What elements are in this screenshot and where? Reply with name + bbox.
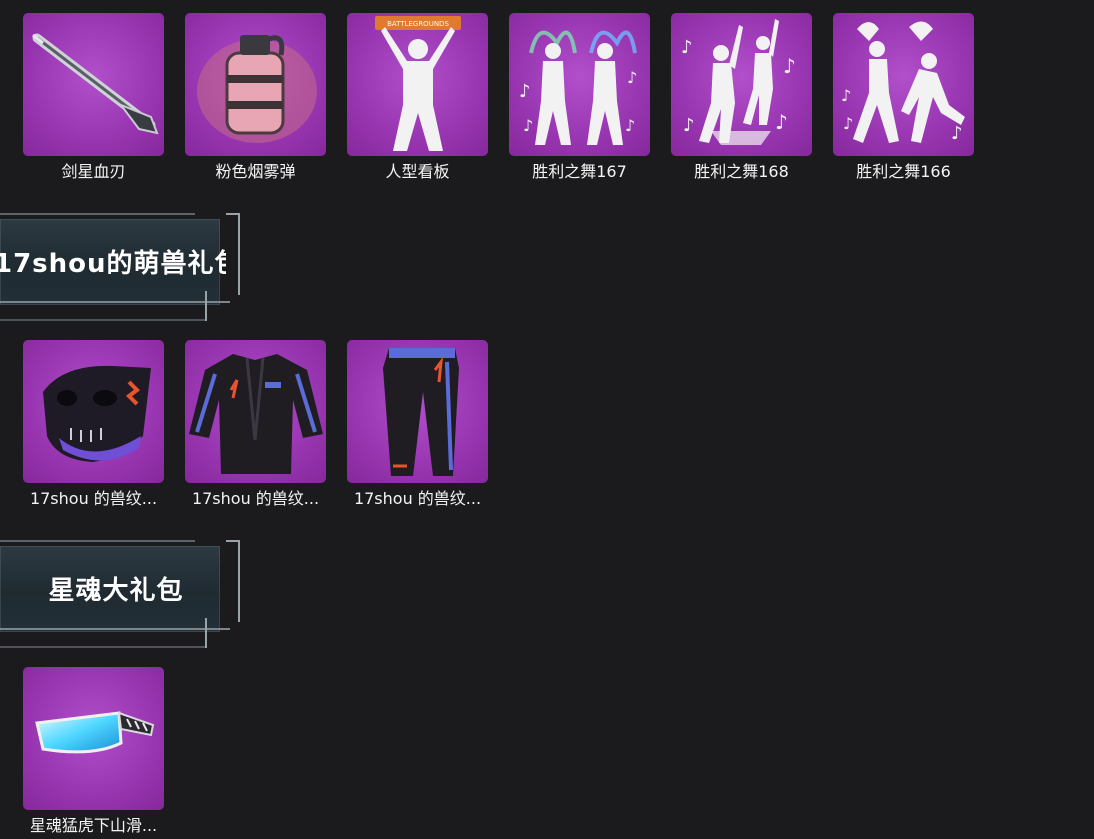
item-tile: ♪ ♪ ♪ ♪ — [509, 13, 650, 156]
item-label: 胜利之舞166 — [856, 162, 951, 181]
item-blade[interactable]: 剑星血刃 — [23, 13, 164, 182]
blade-icon — [32, 33, 159, 135]
dance-emote-icon: ♪ ♪ ♪ ♪ — [519, 30, 637, 145]
item-row-3: 星魂猛虎下山滑... — [23, 667, 164, 836]
item-label: 粉色烟雾弹 — [215, 162, 296, 181]
item-tile: ♪ ♪ ♪ ♪ — [671, 13, 812, 156]
svg-text:♪: ♪ — [783, 54, 796, 78]
item-label: 胜利之舞168 — [694, 162, 789, 181]
item-tile — [185, 13, 326, 156]
item-label: 人型看板 — [385, 162, 450, 181]
page: 剑星血刃 粉色烟雾弹 BATTLEGROUNDS 人型看板 ♪ ♪ ♪ ♪ 胜利… — [0, 0, 1094, 839]
item-dance-168[interactable]: ♪ ♪ ♪ ♪ 胜利之舞168 — [671, 13, 812, 182]
pants-icon — [383, 348, 459, 476]
banner-corner — [205, 618, 207, 648]
item-tile — [23, 13, 164, 156]
banner-line — [0, 319, 205, 321]
item-skull-mask[interactable]: 17shou 的兽纹... — [23, 340, 164, 509]
banner-line — [0, 540, 195, 542]
item-label: 剑星血刃 — [61, 162, 126, 181]
svg-text:♪: ♪ — [625, 116, 635, 135]
item-label: 星魂猛虎下山滑... — [29, 816, 158, 835]
banner-line — [0, 213, 195, 215]
section-title: 星魂大礼包 — [48, 576, 184, 606]
item-pants[interactable]: 17shou 的兽纹... — [347, 340, 488, 509]
svg-text:♪: ♪ — [681, 37, 693, 58]
item-tile: ♪ ♪ ♪ — [833, 13, 974, 156]
jacket-icon — [189, 354, 323, 474]
banner-line — [0, 301, 230, 303]
item-row-1: 剑星血刃 粉色烟雾弹 BATTLEGROUNDS 人型看板 ♪ ♪ ♪ ♪ 胜利… — [23, 13, 974, 182]
section-title: 17shou的萌兽礼包 — [0, 249, 226, 279]
svg-text:♪: ♪ — [627, 68, 637, 87]
item-tile — [23, 667, 164, 810]
item-label: 17shou 的兽纹... — [353, 489, 482, 508]
sign-text: BATTLEGROUNDS — [387, 20, 449, 28]
svg-text:♪: ♪ — [841, 86, 851, 105]
dance-emote-icon: ♪ ♪ ♪ — [841, 21, 965, 144]
section-banner: 17shou的萌兽礼包 — [0, 213, 240, 321]
figure-sign-icon: BATTLEGROUNDS — [375, 16, 461, 151]
item-tile — [23, 340, 164, 483]
item-row-2: 17shou 的兽纹... 17shou 的兽纹... 17shou 的兽纹..… — [23, 340, 488, 509]
skull-mask-icon — [43, 365, 151, 462]
banner-line — [0, 628, 230, 630]
svg-text:♪: ♪ — [519, 81, 531, 102]
svg-text:♪: ♪ — [775, 110, 788, 134]
banner-line — [0, 646, 205, 648]
item-jacket[interactable]: 17shou 的兽纹... — [185, 340, 326, 509]
item-dance-167[interactable]: ♪ ♪ ♪ ♪ 胜利之舞167 — [509, 13, 650, 182]
svg-text:♪: ♪ — [951, 123, 963, 144]
item-figure-sign[interactable]: BATTLEGROUNDS 人型看板 — [347, 13, 488, 182]
item-tile — [347, 340, 488, 483]
item-label: 17shou 的兽纹... — [191, 489, 320, 508]
svg-text:♪: ♪ — [523, 116, 533, 135]
svg-text:♪: ♪ — [683, 115, 695, 136]
item-dance-166[interactable]: ♪ ♪ ♪ 胜利之舞166 — [833, 13, 974, 182]
item-goggles[interactable]: 星魂猛虎下山滑... — [23, 667, 164, 836]
section-banner: 星魂大礼包 — [0, 540, 240, 648]
goggles-icon — [35, 711, 155, 754]
banner-corner — [226, 213, 240, 295]
item-smoke-grenade[interactable]: 粉色烟雾弹 — [185, 13, 326, 182]
item-tile — [185, 340, 326, 483]
dance-emote-icon: ♪ ♪ ♪ ♪ — [681, 19, 796, 145]
item-tile: BATTLEGROUNDS — [347, 13, 488, 156]
smoke-grenade-icon — [197, 35, 317, 143]
svg-text:♪: ♪ — [843, 114, 853, 133]
item-label: 胜利之舞167 — [532, 162, 627, 181]
banner-corner — [205, 291, 207, 321]
item-label: 17shou 的兽纹... — [29, 489, 158, 508]
